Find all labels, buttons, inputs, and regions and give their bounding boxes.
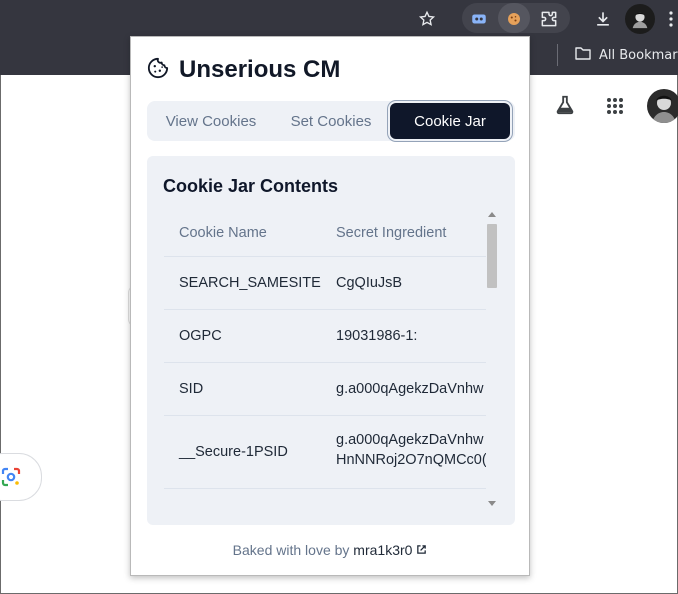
author-link-label: mra1k3r0 xyxy=(353,542,413,558)
download-icon[interactable] xyxy=(590,6,616,32)
all-bookmarks-button[interactable]: All Bookmarks xyxy=(575,45,678,65)
table-row[interactable]: __Secure-1PSID g.a000qAgekzDaVnhw HnNNRo… xyxy=(164,416,486,489)
account-avatar[interactable] xyxy=(647,89,678,123)
scroll-down-arrow-icon[interactable] xyxy=(488,501,496,506)
column-header-secret-ingredient: Secret Ingredient xyxy=(336,225,447,241)
external-link-icon xyxy=(416,542,427,558)
cookie-jar-panel: Cookie Jar Contents Cookie Name Secret I… xyxy=(147,156,515,525)
apps-grid-icon[interactable] xyxy=(606,97,624,115)
cookie-icon xyxy=(147,57,169,83)
tab-cookie-jar[interactable]: Cookie Jar xyxy=(390,103,510,139)
table-row[interactable]: SID g.a000qAgekzDaVnhw xyxy=(164,363,486,416)
lens-search-button[interactable] xyxy=(0,453,42,501)
column-header-cookie-name: Cookie Name xyxy=(179,225,267,241)
cookie-value-cell: CgQIuJsB xyxy=(336,275,403,291)
cookie-value-cell: g.a000qAgekzDaVnhw xyxy=(336,381,484,397)
scrollbar-thumb[interactable] xyxy=(487,224,497,288)
panel-title: Cookie Jar Contents xyxy=(163,176,339,196)
table-header: Cookie Name Secret Ingredient xyxy=(164,212,486,257)
cookie-name-cell: SEARCH_SAMESITE xyxy=(179,275,321,291)
table-scrollbar[interactable] xyxy=(486,212,498,510)
tab-set-cookies[interactable]: Set Cookies xyxy=(275,101,387,141)
lens-icon xyxy=(1,467,21,487)
popup-footer: Baked with love by mra1k3r0 xyxy=(131,542,529,558)
cookie-name-cell: SID xyxy=(179,381,204,397)
popup-title: Unserious CM xyxy=(179,56,341,83)
bookmarks-separator xyxy=(557,44,558,66)
profile-avatar[interactable] xyxy=(625,4,655,34)
extension-icon-1[interactable] xyxy=(466,6,492,32)
labs-flask-icon[interactable] xyxy=(554,94,576,116)
cookie-value-cell: 19031986-1: xyxy=(336,328,418,344)
table-row[interactable]: SEARCH_SAMESITE CgQIuJsB xyxy=(164,257,486,310)
footer-text: Baked with love by xyxy=(232,542,350,558)
folder-icon xyxy=(575,46,591,64)
table-row[interactable]: OGPC 19031986-1: xyxy=(164,310,486,363)
cookie-table: Cookie Name Secret Ingredient SEARCH_SAM… xyxy=(164,212,486,510)
popup-header: Unserious CM xyxy=(147,55,340,85)
browser-toolbar xyxy=(0,0,678,36)
cookie-value-cell: g.a000qAgekzDaVnhw HnNNRoj2O7nQMCc0( xyxy=(336,432,486,468)
star-icon[interactable] xyxy=(414,6,440,32)
extension-popup: Unserious CM View Cookies Set Cookies Co… xyxy=(130,36,530,576)
all-bookmarks-label: All Bookmarks xyxy=(599,47,678,63)
cookie-name-cell: __Secure-1PSID xyxy=(179,444,288,460)
tab-bar: View Cookies Set Cookies Cookie Jar xyxy=(147,101,515,141)
more-menu-icon[interactable] xyxy=(664,6,678,32)
cookie-extension-icon[interactable] xyxy=(501,6,527,32)
author-link[interactable]: mra1k3r0 xyxy=(353,542,427,558)
cookie-name-cell: OGPC xyxy=(179,328,222,344)
scroll-up-arrow-icon[interactable] xyxy=(488,212,496,217)
puzzle-extensions-icon[interactable] xyxy=(536,6,562,32)
tab-view-cookies[interactable]: View Cookies xyxy=(155,101,267,141)
